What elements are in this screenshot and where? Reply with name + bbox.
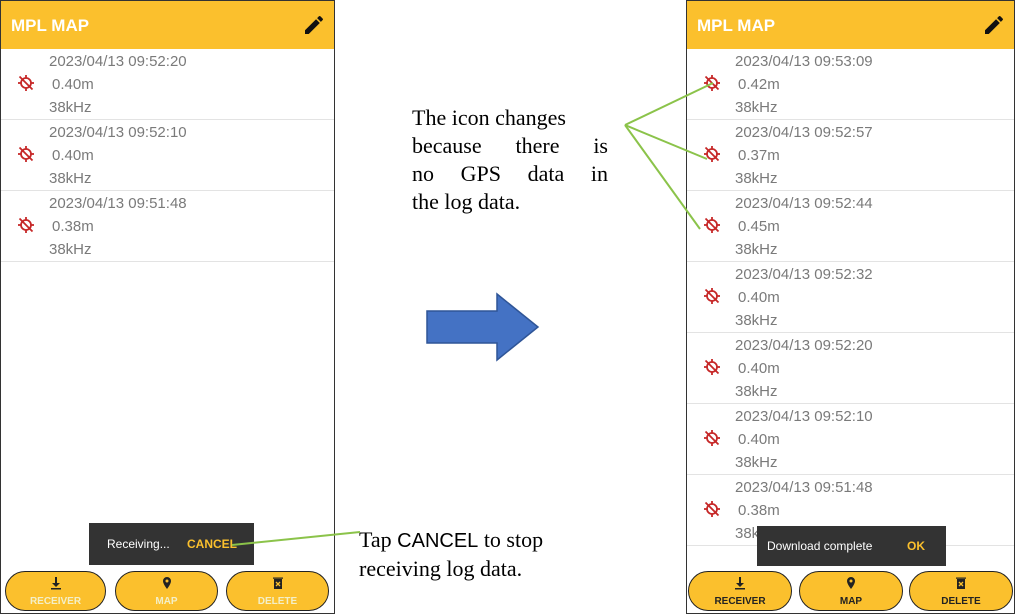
log-depth: 0.40m [738,360,780,377]
bottom-toolbar: RECEIVER MAP DELETE [687,569,1014,613]
app-title: MPL MAP [697,16,776,35]
log-depth: 0.40m [738,289,780,306]
map-button[interactable]: MAP [115,571,218,611]
log-depth: 0.38m [52,218,94,235]
gps-off-icon [18,75,34,91]
log-list: 2023/04/13 09:52:20 0.40m 38kHz 2023/04/… [1,49,334,262]
snackbar-text: Receiving... [107,537,170,551]
log-frequency: 38kHz [49,99,92,116]
gps-off-icon [18,217,34,233]
log-row[interactable]: 2023/04/13 09:53:09 0.42m 38kHz [687,49,1014,120]
trash-icon [272,577,283,589]
log-row[interactable]: 2023/04/13 09:52:20 0.40m 38kHz [1,49,334,120]
log-frequency: 38kHz [735,99,778,116]
log-depth: 0.40m [738,431,780,448]
cancel-button[interactable]: CANCEL [187,537,237,551]
receiver-button[interactable]: RECEIVER [5,571,106,611]
icon-note-line: because there is [412,133,608,158]
cancel-note-line1: Tap CANCEL to stop [359,526,589,555]
log-timestamp: 2023/04/13 09:52:20 [49,53,187,70]
gps-off-icon [704,288,720,304]
icon-note-line: The icon changes [412,105,566,130]
log-row[interactable]: 2023/04/13 09:52:32 0.40m 38kHz [687,262,1014,333]
log-depth: 0.37m [738,147,780,164]
log-frequency: 38kHz [735,454,778,471]
icon-change-note: The icon changes because there is no GPS… [412,104,608,216]
log-timestamp: 2023/04/13 09:52:32 [735,266,873,283]
log-row[interactable]: 2023/04/13 09:52:44 0.45m 38kHz [687,191,1014,262]
right-arrow-icon [426,292,540,362]
gps-off-icon [704,501,720,517]
download-icon [50,577,61,590]
log-row[interactable]: 2023/04/13 09:52:20 0.40m 38kHz [687,333,1014,404]
log-frequency: 38kHz [735,170,778,187]
log-row[interactable]: 2023/04/13 09:51:48 0.38m 38kHz [1,191,334,262]
gps-off-icon [704,359,720,375]
log-row[interactable]: 2023/04/13 09:52:10 0.40m 38kHz [687,404,1014,475]
icon-note-line: the log data. [412,189,521,214]
pencil-icon[interactable] [982,13,1006,37]
log-list: 2023/04/13 09:53:09 0.42m 38kHz 2023/04/… [687,49,1014,546]
log-timestamp: 2023/04/13 09:51:48 [735,479,873,496]
log-depth: 0.38m [738,502,780,519]
map-label: MAP [839,596,863,607]
app-bar: MPL MAP [1,1,334,49]
log-timestamp: 2023/04/13 09:52:10 [735,408,873,425]
app-bar: MPL MAP [687,1,1014,49]
log-frequency: 38kHz [735,383,778,400]
gps-off-icon [704,430,720,446]
log-timestamp: 2023/04/13 09:51:48 [49,195,187,212]
log-frequency: 38kHz [49,170,92,187]
snackbar-receiving: Receiving... CANCEL [89,523,254,565]
log-row[interactable]: 2023/04/13 09:52:10 0.40m 38kHz [1,120,334,191]
log-frequency: 38kHz [735,241,778,258]
map-label: MAP [155,596,178,607]
delete-label: DELETE [941,596,981,607]
log-timestamp: 2023/04/13 09:52:20 [735,337,873,354]
delete-label: DELETE [257,596,298,607]
log-timestamp: 2023/04/13 09:52:57 [735,124,873,141]
map-pin-icon [162,577,171,589]
log-frequency: 38kHz [735,312,778,329]
cancel-note: Tap CANCEL to stop receiving log data. [359,526,589,583]
map-pin-icon [847,577,855,589]
download-icon [735,577,745,590]
bottom-toolbar: RECEIVER MAP DELETE [1,569,334,613]
cancel-note-line2: receiving log data. [359,556,523,581]
right-phone-screen: MPL MAP 2023/04/13 09:53:09 0.42m 38kHz … [686,0,1015,614]
receiver-label: RECEIVER [29,596,82,607]
log-row[interactable]: 2023/04/13 09:52:57 0.37m 38kHz [687,120,1014,191]
log-depth: 0.42m [738,76,780,93]
log-timestamp: 2023/04/13 09:53:09 [735,53,873,70]
icon-note-line: no GPS data in [412,161,608,186]
trash-icon [956,577,966,589]
cancel-note-keyword: CANCEL [397,530,479,552]
map-button[interactable]: MAP [799,571,903,611]
log-frequency: 38kHz [49,241,92,258]
log-timestamp: 2023/04/13 09:52:44 [735,195,873,212]
app-title: MPL MAP [11,16,90,35]
snackbar-text: Download complete [767,539,873,553]
gps-off-icon [704,75,720,91]
cancel-note-prefix: Tap [359,527,398,552]
left-phone-screen: MPL MAP 2023/04/13 09:52:20 0.40m 38kHz … [0,0,335,614]
receiver-label: RECEIVER [714,596,766,607]
gps-off-icon [18,146,34,162]
gps-off-icon [704,217,720,233]
receiver-button[interactable]: RECEIVER [688,571,792,611]
log-depth: 0.40m [52,147,94,164]
log-depth: 0.40m [52,76,94,93]
log-depth: 0.45m [738,218,780,235]
log-timestamp: 2023/04/13 09:52:10 [49,124,187,141]
gps-off-icon [704,146,720,162]
delete-button[interactable]: DELETE [909,571,1013,611]
ok-button[interactable]: OK [907,539,925,553]
snackbar-download-complete: Download complete OK [757,526,946,566]
delete-button[interactable]: DELETE [226,571,329,611]
pencil-icon[interactable] [302,13,326,37]
cancel-note-suffix: to stop [478,527,544,552]
